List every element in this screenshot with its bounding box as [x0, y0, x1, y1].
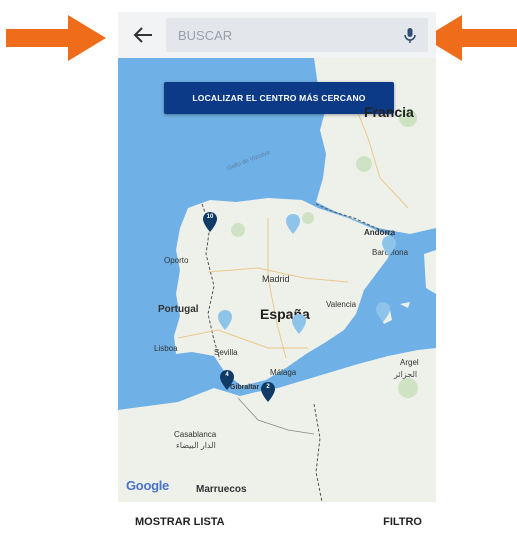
map-pin[interactable]: 4 [220, 370, 234, 390]
map-label-madrid: Madrid [262, 274, 290, 284]
map-label-lisboa: Lisboa [154, 344, 178, 353]
arrow-left-icon [133, 27, 152, 43]
back-button[interactable] [126, 21, 160, 49]
map-pin-icon [286, 214, 300, 234]
map-label-valencia: Valencia [326, 300, 357, 309]
app-screen: LOCALIZAR EL CENTRO MÁS CERCANO Francia … [118, 12, 436, 544]
pin-count: 2 [266, 384, 270, 390]
pin-count: 10 [206, 214, 214, 220]
map-view[interactable]: LOCALIZAR EL CENTRO MÁS CERCANO Francia … [118, 58, 436, 502]
map-pin[interactable] [292, 314, 306, 334]
search-toolbar [118, 12, 436, 58]
map-label-argel: Argel [400, 358, 419, 367]
map-pin[interactable]: 10 [203, 212, 217, 232]
annotation-arrow-right-icon [6, 15, 106, 61]
map-label-marruecos: Marruecos [196, 484, 247, 495]
locate-nearest-center-button[interactable]: LOCALIZAR EL CENTRO MÁS CERCANO [164, 82, 394, 114]
map-label-argel-arabic: الجزائر [394, 370, 418, 379]
map-label-malaga: Málaga [270, 368, 297, 377]
bottom-bar: MOSTRAR LISTA FILTRO [118, 502, 436, 544]
map-pin[interactable] [376, 302, 390, 322]
map-label-francia: Francia [364, 104, 414, 120]
map-pin-icon [292, 314, 306, 334]
map-label-sevilla: Sevilla [214, 348, 238, 357]
map-label-oporto: Oporto [164, 256, 189, 265]
map-pin-icon [382, 236, 396, 256]
map-label-gibraltar: Gibraltar [230, 384, 260, 391]
map-label-casablanca: Casablanca [174, 430, 217, 439]
search-box [166, 18, 428, 52]
map-pin[interactable] [218, 310, 232, 330]
google-logo: Google [126, 478, 169, 493]
show-list-button[interactable]: MOSTRAR LISTA [135, 516, 225, 528]
pin-count: 4 [225, 372, 229, 378]
filter-button[interactable]: FILTRO [383, 516, 422, 528]
map-label-portugal: Portugal [158, 304, 199, 315]
map-pin-icon [218, 310, 232, 330]
map-pin-icon [376, 302, 390, 322]
map-pin[interactable] [382, 236, 396, 256]
map-label-casablanca-arabic: الدار البيضاء [176, 441, 216, 450]
microphone-icon[interactable] [400, 25, 420, 45]
map-pin[interactable] [286, 214, 300, 234]
search-input[interactable] [178, 18, 388, 52]
map-pin[interactable]: 2 [261, 382, 275, 402]
annotation-arrow-left-icon [424, 15, 517, 61]
